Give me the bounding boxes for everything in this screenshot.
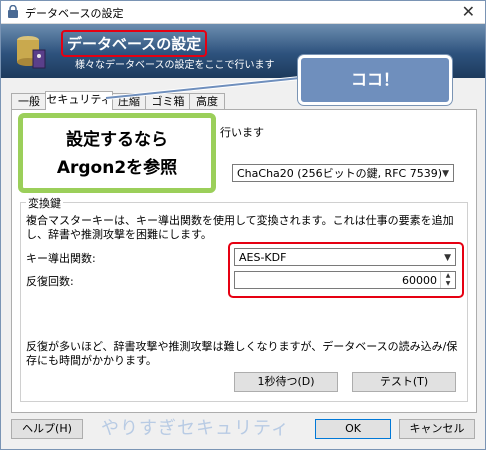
ok-button[interactable]: OK [315,419,391,439]
banner-subtitle: 様々なデータベースの設定をここで行います [75,60,275,71]
lock-icon [8,5,18,18]
banner-heading: データベースの設定 [61,30,208,57]
key-transform-label: 変換鍵 [26,195,63,211]
cancel-button[interactable]: キャンセル [399,419,475,439]
chevron-down-icon: ▼ [442,169,449,179]
database-settings-icon [17,36,46,69]
encryption-algorithm-select[interactable]: ChaCha20 (256ビットの鍵, RFC 7539) ▼ [232,164,454,182]
rounds-note: 反復が多いほど、辞書攻撃や推測攻撃は難しくなりますが、データベースの読み込み/保… [26,340,458,367]
callout-argon2: 設定するなら Argon2を参照 [18,113,216,193]
callout-here: ココ！ [298,55,452,105]
highlight-kdf-box [228,242,464,298]
kdf-label: キー導出関数: [26,252,96,265]
watermark-text: やりすぎセキュリティ [101,418,290,439]
test-button[interactable]: テスト(T) [352,372,456,392]
rounds-label: 反復回数: [26,275,74,288]
tab-general[interactable]: 一般 [11,93,47,109]
window-title: データベースの設定 [25,7,124,20]
title-bar: データベースの設定 ✕ [1,1,485,24]
help-button[interactable]: ヘルプ(H) [11,419,83,439]
key-transform-description: 複合マスターキーは、キー導出関数を使用して変換されます。これは仕事の要素を追加し… [26,214,454,241]
encryption-intro-text: 行います [220,126,264,139]
encryption-algorithm-value: ChaCha20 (256ビットの鍵, RFC 7539) [237,167,442,180]
close-icon[interactable]: ✕ [462,2,475,21]
callout-argon2-line2: Argon2を参照 [56,158,178,178]
wait-one-second-button[interactable]: 1秒待つ(D) [234,372,338,392]
callout-argon2-line1: 設定するなら [66,130,168,150]
callout-arrow [105,76,301,100]
